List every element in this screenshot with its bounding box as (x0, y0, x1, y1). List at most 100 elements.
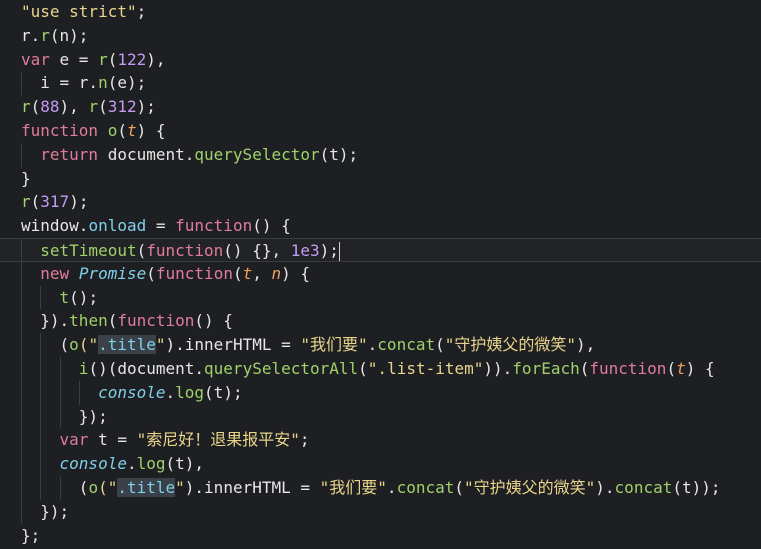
code-token: window. (21, 216, 89, 236)
code-token: () {}, (223, 241, 291, 260)
code-line[interactable]: r(317); (0, 190, 761, 214)
code-line[interactable]: new Promise(function(t, n) { (0, 261, 761, 286)
code-token: ) { (136, 121, 166, 140)
indent-guide (21, 404, 22, 429)
code-token: , (252, 263, 272, 283)
indent-guide (21, 357, 22, 381)
indent-guide (21, 261, 22, 286)
code-token: r (21, 97, 31, 117)
indent-guide (21, 428, 22, 453)
code-token: e = (49, 49, 99, 69)
code-token: r (98, 49, 108, 69)
code-token: querySelectorAll (204, 359, 359, 378)
code-token: ); (319, 241, 339, 260)
code-token: function (117, 311, 195, 331)
code-token: (e); (107, 73, 147, 93)
code-token: ( (98, 97, 108, 117)
code-token: } (21, 168, 31, 188)
indent-guide (21, 452, 22, 476)
code-token: concat (377, 335, 436, 355)
code-line[interactable]: r(88), r(312); (0, 95, 761, 119)
code-token: i (78, 359, 89, 378)
code-token: ()(document. (88, 359, 205, 378)
code-line[interactable]: setTimeout(function() {}, 1e3); (0, 238, 761, 262)
code-token: ( (666, 359, 677, 378)
code-line[interactable]: }); (0, 499, 761, 524)
code-token: t (676, 359, 686, 378)
code-token: (n); (49, 25, 89, 45)
indent-guide (59, 380, 61, 405)
code-token: () { (252, 216, 291, 236)
code-line[interactable]: var t = "索尼好！退果报平安"; (0, 428, 761, 453)
indent-guide (21, 285, 22, 310)
code-line[interactable]: var e = r(122), (0, 48, 761, 72)
code-token: ; (136, 2, 147, 21)
code-token: " (175, 478, 185, 497)
code-token: () { (194, 311, 233, 331)
indent-guide (21, 309, 22, 334)
code-line[interactable]: "use strict"; (0, 0, 761, 24)
code-token: . (165, 382, 176, 402)
code-token: ( (21, 335, 70, 355)
indent-guide (40, 380, 42, 405)
code-token: (t); (319, 144, 359, 164)
code-token: document. (98, 144, 195, 164)
code-token: log (175, 382, 205, 402)
code-line[interactable]: return document.querySelector(t); (0, 142, 761, 167)
code-line[interactable]: (o(".title").innerHTML = "我们要".concat("守… (0, 333, 761, 357)
code-editor[interactable]: "use strict"; r.r(n); var e = r(122), i = … (0, 0, 761, 549)
code-token: ".list-item" (367, 359, 484, 378)
code-line[interactable]: console.log(t); (0, 380, 761, 405)
text-cursor (338, 242, 340, 261)
code-token: log (136, 454, 166, 474)
code-token: ; (299, 430, 310, 450)
code-token: ( (146, 263, 156, 283)
indent-guide (21, 142, 22, 167)
code-token: ); (69, 192, 89, 212)
code-line[interactable]: (o(".title").innerHTML = "我们要".concat("守… (0, 476, 761, 500)
code-line[interactable]: }); (0, 404, 761, 429)
code-token: var (21, 49, 50, 69)
code-token: r (40, 25, 50, 45)
code-token: then (69, 311, 108, 331)
code-token: ), (576, 335, 596, 355)
code-line[interactable]: i()(document.querySelectorAll ( ".list-ite… (0, 357, 761, 381)
indent-guide (59, 476, 61, 500)
code-token: (" (78, 335, 99, 355)
code-token: ) { (281, 263, 311, 283)
code-token: o (88, 478, 99, 497)
code-line[interactable]: r.r(n); (0, 24, 761, 48)
indent-guide (40, 357, 42, 381)
code-token: (" (98, 478, 118, 497)
code-token: ) { (685, 359, 715, 378)
code-line[interactable]: }; (0, 524, 761, 548)
code-token: ( (30, 97, 41, 117)
indent-guide (40, 333, 42, 357)
code-line[interactable]: i = r.n(e); (0, 71, 761, 96)
code-token: n (271, 263, 282, 283)
indent-guide (21, 499, 22, 524)
code-token: . (367, 335, 378, 355)
code-token: "我们要" (319, 478, 387, 497)
code-token: }); (21, 406, 108, 426)
code-line[interactable]: } (0, 167, 761, 191)
indent-guide (40, 404, 42, 429)
code-token: ( (232, 263, 243, 283)
indent-guide (21, 239, 22, 261)
code-line[interactable]: t(); (0, 285, 761, 310)
code-token: t = (88, 430, 137, 450)
code-token: return (40, 144, 99, 164)
code-line[interactable]: window.onload = function() { (0, 214, 761, 238)
code-line[interactable]: function o(t) { (0, 119, 761, 143)
code-line[interactable]: console.log(t), (0, 452, 761, 476)
code-token: ( (435, 335, 445, 355)
code-token: 1e3 (290, 241, 320, 260)
code-line[interactable]: }).then(function() { (0, 309, 761, 334)
code-token: t (59, 287, 70, 307)
code-token: setTimeout (40, 241, 137, 260)
code-token: (t)); (672, 478, 721, 497)
